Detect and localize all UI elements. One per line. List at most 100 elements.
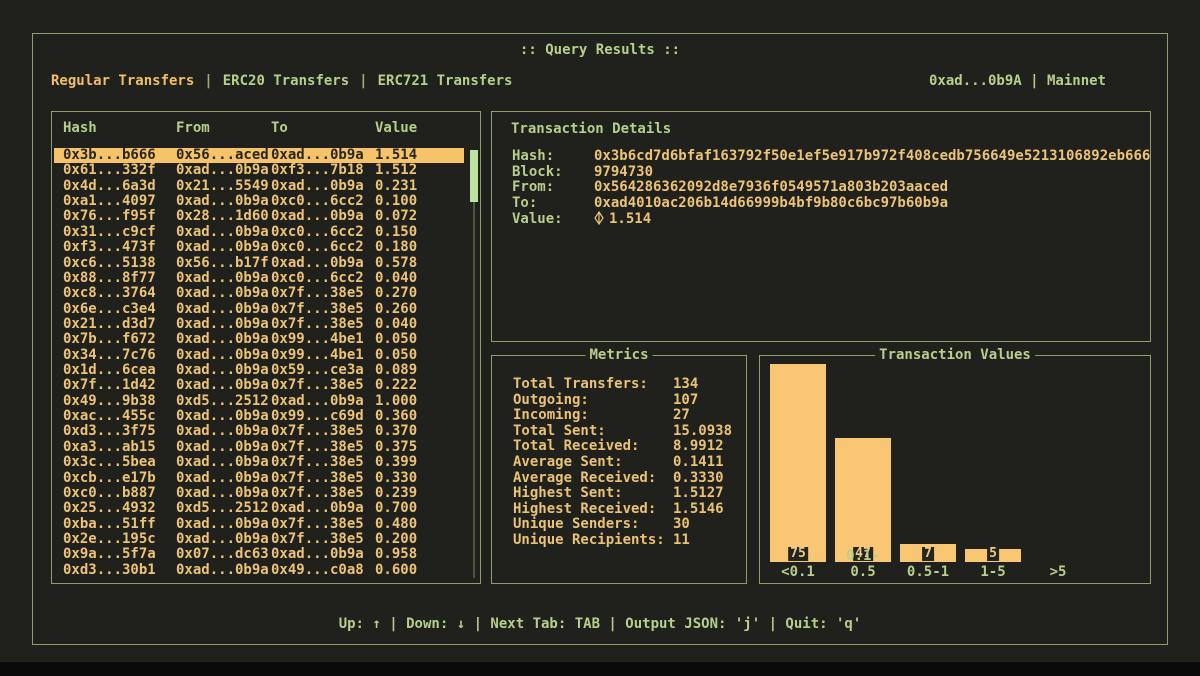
chart-bar-slot: 470.1-0.5 — [835, 364, 891, 580]
metric-value: 107 — [673, 392, 698, 408]
metric-label: Unique Senders: — [513, 517, 673, 533]
cell-from: 0x21...5549 — [176, 179, 271, 194]
detail-value-value: 1.514 — [609, 211, 651, 227]
table-row[interactable]: 0x7b...f672 0xad...0b9a 0x99...4be1 0.05… — [54, 332, 464, 347]
cell-to: 0xc0...6cc2 — [271, 194, 375, 209]
table-scrollbar[interactable] — [473, 150, 475, 578]
table-row[interactable]: 0x31...c9cf 0xad...0b9a 0xc0...6cc2 0.15… — [54, 225, 464, 240]
cell-value: 0.370 — [375, 424, 464, 439]
table-row[interactable]: 0xa3...ab15 0xad...0b9a 0x7f...38e5 0.37… — [54, 440, 464, 455]
cell-value: 0.050 — [375, 332, 464, 347]
main-frame: :: Query Results :: Regular Transfers | ER… — [32, 33, 1168, 645]
cell-to: 0x7f...38e5 — [271, 455, 375, 470]
cell-from: 0xad...0b9a — [176, 378, 271, 393]
column-header: To — [271, 120, 375, 136]
chart-bar-slot: 51-5 — [965, 364, 1021, 580]
scrollbar-thumb[interactable] — [470, 150, 478, 202]
metric-row: Incoming:27 — [513, 408, 742, 424]
cell-from: 0xad...0b9a — [176, 517, 271, 532]
table-row[interactable]: 0xc6...5138 0x56...b17f 0xad...0b9a 0.57… — [54, 256, 464, 271]
cell-value: 1.514 — [375, 148, 464, 163]
cell-to: 0x7f...38e5 — [271, 517, 375, 532]
table-row[interactable]: 0x6e...c3e4 0xad...0b9a 0x7f...38e5 0.26… — [54, 302, 464, 317]
metric-label: Incoming: — [513, 408, 673, 424]
table-row[interactable]: 0x49...9b38 0xd5...2512 0xad...0b9a 1.00… — [54, 394, 464, 409]
table-row[interactable]: 0xd3...3f75 0xad...0b9a 0x7f...38e5 0.37… — [54, 424, 464, 439]
cell-from: 0xad...0b9a — [176, 363, 271, 378]
eth-diamond-icon — [594, 211, 604, 230]
chart-bar-label: 1-5 — [965, 564, 1021, 580]
app-title: :: Query Results :: — [33, 42, 1167, 58]
cell-value: 0.958 — [375, 547, 464, 562]
cell-from: 0x56...b17f — [176, 256, 271, 271]
cell-hash: 0x21...d3d7 — [63, 317, 176, 332]
cell-hash: 0x31...c9cf — [63, 225, 176, 240]
help-bar: Up: ↑ | Down: ↓ | Next Tab: TAB | Output… — [33, 616, 1167, 632]
cell-to: 0xc0...6cc2 — [271, 271, 375, 286]
table-row[interactable]: 0xba...51ff 0xad...0b9a 0x7f...38e5 0.48… — [54, 517, 464, 532]
metric-row: Total Transfers:134 — [513, 377, 742, 393]
column-header: Value — [375, 120, 464, 136]
chart-bar-label: 0.1-0.5 — [835, 548, 891, 580]
transaction-details-panel: Transaction Details Hash:0x3b6cd7d6bfaf1… — [491, 111, 1151, 342]
transfers-table-panel: HashFromToValue 0x3b...b666 0x56...aced … — [51, 111, 481, 584]
chart-bar-slot: 70.5-1 — [900, 364, 956, 580]
cell-from: 0xad...0b9a — [176, 486, 271, 501]
cell-to: 0xad...0b9a — [271, 256, 375, 271]
chart-bar-label: >5 — [1030, 564, 1086, 580]
cell-value: 0.578 — [375, 256, 464, 271]
cell-value: 0.040 — [375, 317, 464, 332]
table-row[interactable]: 0xd3...30b1 0xad...0b9a 0x49...c0a8 0.60… — [54, 563, 464, 578]
chart-title: Transaction Values — [875, 347, 1035, 363]
table-row[interactable]: 0x3b...b666 0x56...aced 0xad...0b9a 1.51… — [54, 148, 464, 163]
metric-value: 11 — [673, 532, 690, 548]
cell-to: 0xc0...6cc2 — [271, 225, 375, 240]
cell-hash: 0x2e...195c — [63, 532, 176, 547]
cell-hash: 0xd3...3f75 — [63, 424, 176, 439]
table-row[interactable]: 0xcb...e17b 0xad...0b9a 0x7f...38e5 0.33… — [54, 471, 464, 486]
cell-value: 0.600 — [375, 563, 464, 578]
tab-separator: | — [359, 73, 367, 89]
table-row[interactable]: 0x4d...6a3d 0x21...5549 0xad...0b9a 0.23… — [54, 179, 464, 194]
table-row[interactable]: 0x1d...6cea 0xad...0b9a 0x59...ce3a 0.08… — [54, 363, 464, 378]
cell-from: 0xad...0b9a — [176, 440, 271, 455]
table-row[interactable]: 0xc0...b887 0xad...0b9a 0x7f...38e5 0.23… — [54, 486, 464, 501]
table-row[interactable]: 0x9a...5f7a 0x07...dc63 0xad...0b9a 0.95… — [54, 547, 464, 562]
tab-regular-transfers[interactable]: Regular Transfers — [51, 73, 194, 89]
table-row[interactable]: 0x76...f95f 0x28...1d60 0xad...0b9a 0.07… — [54, 209, 464, 224]
table-row[interactable]: 0x25...4932 0xd5...2512 0xad...0b9a 0.70… — [54, 501, 464, 516]
table-row[interactable]: 0x3c...5bea 0xad...0b9a 0x7f...38e5 0.39… — [54, 455, 464, 470]
cell-value: 0.480 — [375, 517, 464, 532]
metric-value: 1.5146 — [673, 501, 724, 517]
table-row[interactable]: 0x21...d3d7 0xad...0b9a 0x7f...38e5 0.04… — [54, 317, 464, 332]
cell-value: 0.260 — [375, 302, 464, 317]
table-row[interactable]: 0xac...455c 0xad...0b9a 0x99...c69d 0.36… — [54, 409, 464, 424]
chart-bar-label: 0.5-1 — [900, 564, 956, 580]
metric-value: 0.3330 — [673, 470, 724, 486]
table-row[interactable]: 0x34...7c76 0xad...0b9a 0x99...4be1 0.05… — [54, 348, 464, 363]
cell-hash: 0xba...51ff — [63, 517, 176, 532]
detail-label: Hash: — [512, 149, 594, 165]
tab-erc721-transfers[interactable]: ERC721 Transfers — [378, 73, 513, 89]
cell-from: 0xd5...2512 — [176, 501, 271, 516]
cell-to: 0xc0...6cc2 — [271, 240, 375, 255]
table-row[interactable]: 0x2e...195c 0xad...0b9a 0x7f...38e5 0.20… — [54, 532, 464, 547]
table-row[interactable]: 0xf3...473f 0xad...0b9a 0xc0...6cc2 0.18… — [54, 240, 464, 255]
column-header: From — [176, 120, 271, 136]
cell-to: 0x7f...38e5 — [271, 532, 375, 547]
detail-label: Block: — [512, 165, 594, 181]
cell-from: 0xad...0b9a — [176, 348, 271, 363]
cell-value: 0.100 — [375, 194, 464, 209]
table-row[interactable]: 0xc8...3764 0xad...0b9a 0x7f...38e5 0.27… — [54, 286, 464, 301]
table-row[interactable]: 0x7f...1d42 0xad...0b9a 0x7f...38e5 0.22… — [54, 378, 464, 393]
tab-erc20-transfers[interactable]: ERC20 Transfers — [223, 73, 349, 89]
chart-bar-value: 5 — [987, 547, 999, 561]
cell-hash: 0x6e...c3e4 — [63, 302, 176, 317]
table-row[interactable]: 0x88...8f77 0xad...0b9a 0xc0...6cc2 0.04… — [54, 271, 464, 286]
cell-from: 0xd5...2512 — [176, 394, 271, 409]
table-row[interactable]: 0xa1...4097 0xad...0b9a 0xc0...6cc2 0.10… — [54, 194, 464, 209]
detail-label: Value: — [512, 212, 594, 228]
cell-value: 0.180 — [375, 240, 464, 255]
table-row[interactable]: 0x61...332f 0xad...0b9a 0xf3...7b18 1.51… — [54, 163, 464, 178]
detail-block-row: Block:9794730 — [512, 165, 1148, 181]
